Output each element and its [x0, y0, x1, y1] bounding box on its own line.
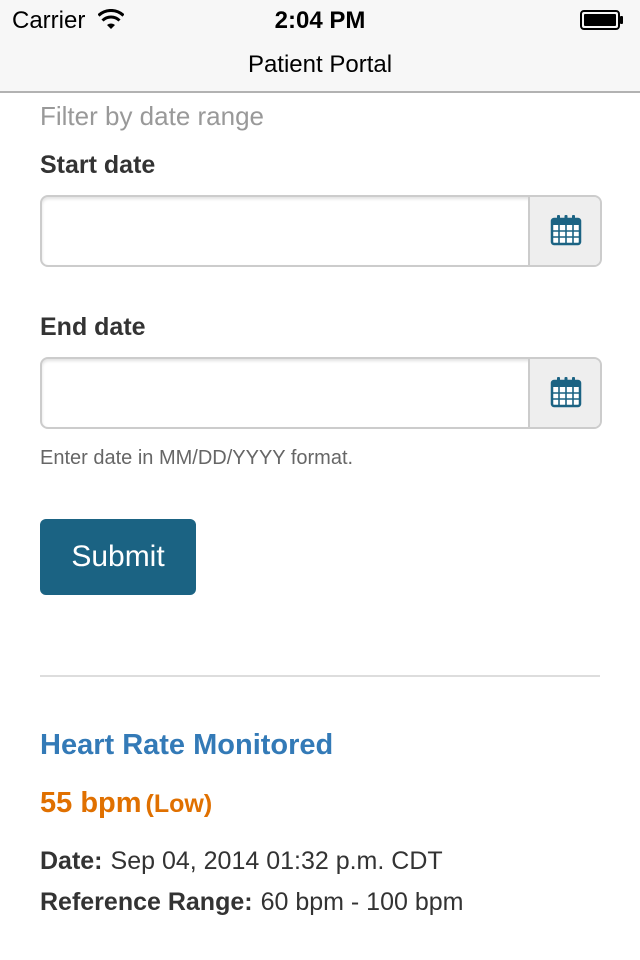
- filter-heading: Filter by date range: [40, 101, 265, 131]
- result-title: Heart Rate Monitored: [40, 729, 334, 761]
- start-date-label: Start date: [40, 151, 156, 179]
- date-key: Date:: [40, 847, 103, 875]
- end-date-calendar-button[interactable]: [528, 359, 600, 427]
- divider: [40, 675, 600, 677]
- page-title: Patient Portal: [247, 51, 393, 78]
- end-date-group: [40, 357, 602, 429]
- battery-icon: [580, 10, 623, 30]
- end-date-label: End date: [40, 313, 146, 341]
- status-bar: Carrier 2:04 PM: [0, 0, 640, 40]
- clock: 2:04 PM: [274, 7, 366, 34]
- date-value: Sep 04, 2014 01:32 p.m. CDT: [110, 847, 443, 875]
- heart-rate-value: 55 bpm: [40, 787, 142, 819]
- start-date-group: [40, 195, 602, 267]
- reference-range-key: Reference Range:: [40, 888, 253, 916]
- calendar-icon: [550, 377, 582, 408]
- reference-range-value: 60 bpm - 100 bpm: [260, 888, 464, 916]
- status-badge: (Low): [145, 790, 213, 818]
- start-date-calendar-button[interactable]: [528, 197, 600, 265]
- submit-button[interactable]: Submit: [40, 519, 196, 595]
- result-value-line: 55 bpm (Low): [40, 787, 212, 820]
- start-date-input[interactable]: [42, 197, 526, 265]
- result-date-row: Date: Sep 04, 2014 01:32 p.m. CDT: [40, 847, 443, 876]
- reference-range-row: Reference Range: 60 bpm - 100 bpm: [40, 888, 463, 917]
- nav-bar: Patient Portal: [0, 40, 640, 93]
- end-date-input[interactable]: [42, 359, 526, 427]
- date-format-help: Enter date in MM/DD/YYYY format.: [40, 447, 354, 469]
- calendar-icon: [550, 215, 582, 246]
